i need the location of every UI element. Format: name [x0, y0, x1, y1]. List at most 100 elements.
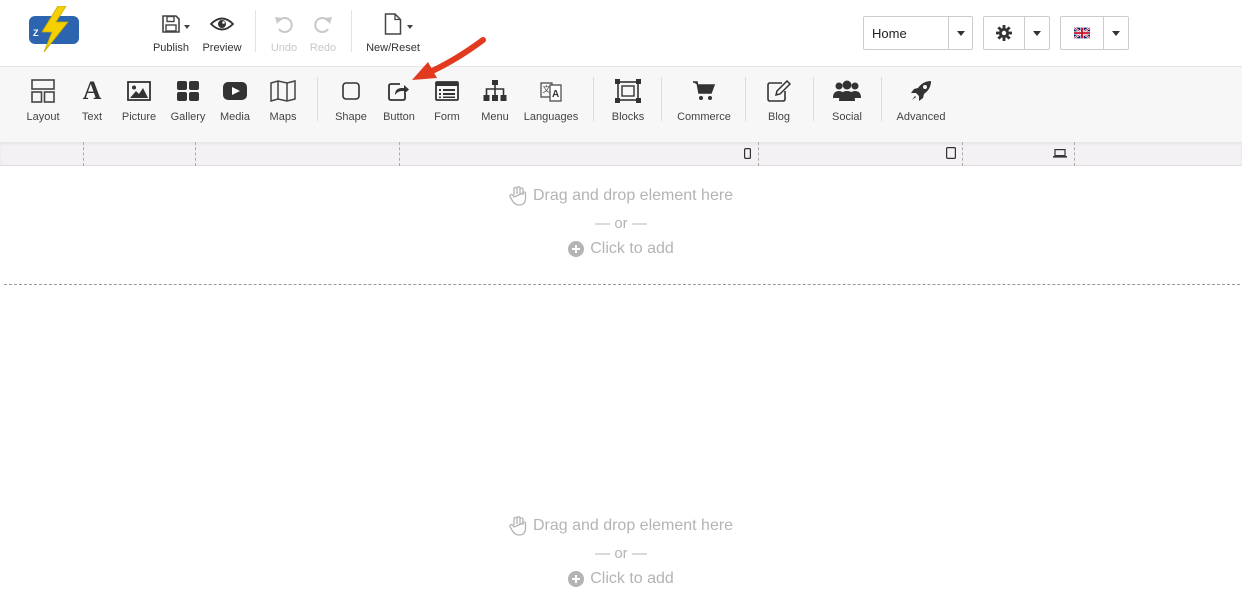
or-separator: — or —: [595, 215, 647, 232]
languages-icon: A 文: [540, 82, 562, 102]
page-select[interactable]: Home: [863, 16, 973, 50]
tool-label: Media: [220, 111, 250, 123]
tool-gallery[interactable]: Gallery: [165, 77, 211, 123]
tool-blog[interactable]: Blog: [758, 77, 800, 123]
redo-label: Redo: [309, 42, 337, 54]
select-divider: [1024, 17, 1025, 49]
toolbar-divider: [317, 77, 318, 121]
ruler-mark: [399, 142, 400, 166]
blog-icon: [767, 80, 791, 102]
toolbar-divider: [661, 77, 662, 121]
tool-label: Social: [832, 111, 862, 123]
redo-button[interactable]: Redo: [305, 10, 341, 54]
language-dropdown[interactable]: [1060, 16, 1129, 50]
shape-icon: [342, 82, 360, 100]
plus-circle-icon: [568, 571, 585, 587]
top-bar: Z Publish Preview Undo Redo New/Reset Ho…: [0, 0, 1242, 66]
media-icon: [223, 82, 247, 100]
logo[interactable]: Z: [28, 6, 80, 52]
tool-layout[interactable]: Layout: [20, 77, 66, 123]
drop-zone[interactable]: Drag and drop element here — or — Click …: [0, 516, 1242, 588]
hand-icon: [509, 516, 527, 536]
social-icon: [833, 80, 861, 101]
hand-icon: [509, 186, 527, 206]
tablet-icon[interactable]: [946, 147, 956, 159]
chevron-down-icon: [957, 31, 965, 36]
drag-drop-text: Drag and drop element here: [532, 187, 734, 204]
toolbar-divider: [745, 77, 746, 121]
tool-label: Maps: [269, 111, 297, 123]
svg-text:A: A: [552, 89, 559, 100]
element-toolbar: Layout A Text Picture Gallery Media Maps…: [0, 66, 1242, 142]
text-icon: A: [82, 76, 102, 105]
page-select-value: Home: [872, 26, 907, 41]
tool-media[interactable]: Media: [214, 77, 256, 123]
tool-text[interactable]: A Text: [72, 76, 112, 123]
preview-button[interactable]: Preview: [199, 10, 245, 54]
tool-social[interactable]: Social: [826, 77, 868, 123]
tool-label: Menu: [481, 111, 509, 123]
divider: [255, 10, 256, 52]
tool-label: Commerce: [677, 111, 731, 123]
cart-icon: [693, 81, 715, 100]
chevron-down-icon: [1033, 31, 1041, 36]
tool-label: Button: [383, 111, 415, 123]
tool-label: Layout: [26, 111, 60, 123]
undo-button[interactable]: Undo: [266, 10, 302, 54]
gear-icon: [996, 25, 1012, 41]
ruler-mark: [195, 142, 196, 166]
phone-icon[interactable]: [744, 148, 751, 159]
tool-maps[interactable]: Maps: [262, 77, 304, 123]
click-to-add-label: Click to add: [590, 570, 674, 587]
publish-button[interactable]: Publish: [148, 10, 194, 54]
map-icon: [270, 80, 296, 102]
save-icon: [162, 15, 180, 33]
tool-label: Advanced: [896, 111, 946, 123]
publish-label: Publish: [152, 42, 190, 54]
tool-blocks[interactable]: Blocks: [606, 77, 650, 123]
section-divider: [4, 284, 1240, 285]
drop-zone[interactable]: Drag and drop element here — or — Click …: [0, 186, 1242, 258]
tool-advanced[interactable]: Advanced: [893, 77, 949, 123]
or-separator: — or —: [595, 545, 647, 562]
laptop-icon[interactable]: [1053, 149, 1067, 158]
eye-icon: [210, 17, 234, 31]
select-divider: [948, 17, 949, 49]
toolbar-divider: [881, 77, 882, 121]
tool-label: Languages: [523, 111, 579, 123]
click-to-add-button[interactable]: Click to add: [0, 240, 1242, 258]
ruler-mark: [1074, 142, 1075, 166]
tool-label: Shape: [335, 111, 367, 123]
rocket-icon: [911, 81, 931, 101]
new-document-icon: [384, 13, 402, 35]
chevron-down-icon: [1112, 31, 1120, 36]
settings-dropdown[interactable]: [983, 16, 1050, 50]
select-divider: [1103, 17, 1104, 49]
chevron-down-icon: [407, 25, 413, 29]
tool-shape[interactable]: Shape: [330, 77, 372, 123]
tool-label: Form: [434, 111, 460, 123]
annotation-arrow: [412, 37, 486, 80]
plus-circle-icon: [568, 241, 585, 257]
redo-icon: [314, 17, 332, 33]
tool-label: Gallery: [170, 111, 206, 123]
tool-label: Blog: [767, 111, 791, 123]
undo-icon: [275, 17, 293, 33]
undo-label: Undo: [270, 42, 298, 54]
click-to-add-button[interactable]: Click to add: [0, 570, 1242, 588]
toolbar-divider: [593, 77, 594, 121]
ruler-mark: [758, 142, 759, 166]
blocks-icon: [615, 79, 641, 103]
layout-icon: [31, 79, 55, 103]
tool-commerce[interactable]: Commerce: [673, 77, 735, 123]
click-to-add-label: Click to add: [590, 240, 674, 257]
chevron-down-icon: [184, 25, 190, 29]
svg-text:Z: Z: [33, 28, 39, 38]
toolbar-divider: [813, 77, 814, 121]
tool-label: Picture: [121, 111, 157, 123]
tool-languages[interactable]: A 文 Languages: [522, 77, 580, 123]
tool-label: Text: [81, 111, 103, 123]
gallery-icon: [177, 81, 199, 101]
divider: [351, 10, 352, 52]
tool-picture[interactable]: Picture: [116, 77, 162, 123]
